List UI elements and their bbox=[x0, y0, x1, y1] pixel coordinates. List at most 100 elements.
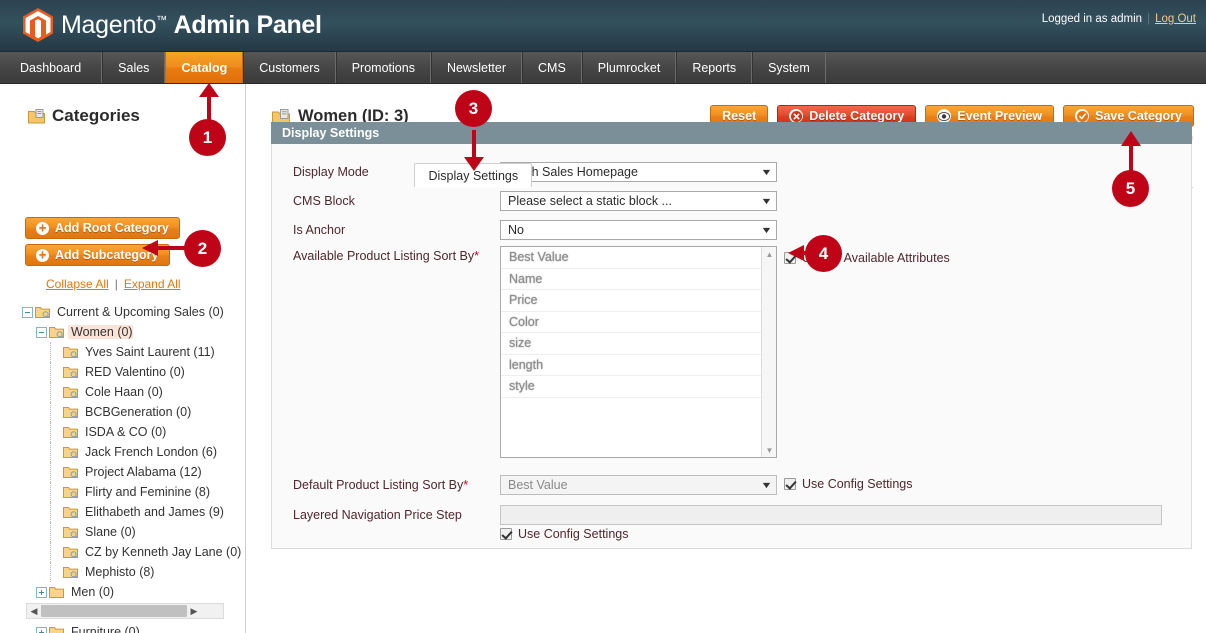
folder-icon bbox=[63, 566, 78, 578]
tree-collapse-toggle[interactable] bbox=[22, 306, 33, 318]
nav-item-system[interactable]: System bbox=[752, 52, 826, 83]
tree-node[interactable]: RED Valentino (0) bbox=[0, 362, 245, 382]
display-settings-panel-body: Display Mode Flash Sales Homepage ▼ CMS … bbox=[271, 144, 1192, 549]
tree-node[interactable]: Flirty and Feminine (8) bbox=[0, 482, 245, 502]
categories-folder-icon bbox=[28, 108, 45, 123]
multiselect-scrollbar[interactable]: ▲ ▼ bbox=[761, 247, 776, 457]
logged-in-label: Logged in as admin bbox=[1041, 13, 1143, 25]
chevron-down-icon: ▼ bbox=[760, 480, 773, 490]
nav-item-cms[interactable]: CMS bbox=[522, 52, 582, 83]
folder-icon bbox=[63, 346, 78, 358]
add-root-category-button[interactable]: + Add Root Category bbox=[25, 217, 180, 239]
logout-link[interactable]: Log Out bbox=[1155, 13, 1196, 25]
category-tree: Current & Upcoming Sales (0) Women (0) Yve… bbox=[0, 302, 245, 633]
nav-item-reports[interactable]: Reports bbox=[676, 52, 753, 83]
magento-logo[interactable]: Magento™ Admin Panel bbox=[22, 8, 322, 42]
check-circle-icon bbox=[1075, 109, 1090, 123]
eye-icon bbox=[937, 109, 952, 123]
tree-collapse-toggle[interactable] bbox=[36, 326, 47, 338]
multiselect-option[interactable]: style bbox=[501, 376, 761, 398]
tree-expand-toggle[interactable] bbox=[36, 626, 47, 633]
multiselect-option[interactable]: Best Value bbox=[501, 247, 761, 269]
default-sort-select[interactable]: Best Value ▼ bbox=[500, 475, 777, 495]
nav-item-dashboard[interactable]: Dashboard bbox=[0, 52, 103, 83]
add-root-category-label: Add Root Category bbox=[55, 221, 169, 235]
tree-node[interactable]: Jack French London (6) bbox=[0, 442, 245, 462]
display-mode-select[interactable]: Flash Sales Homepage ▼ bbox=[500, 162, 777, 182]
tree-node[interactable]: Cole Haan (0) bbox=[0, 382, 245, 402]
available-sort-label: Available Product Listing Sort By* bbox=[293, 249, 479, 263]
nav-item-newsletter[interactable]: Newsletter bbox=[430, 52, 522, 83]
scroll-down-arrow[interactable]: ▼ bbox=[762, 443, 776, 457]
folder-icon bbox=[63, 446, 78, 458]
magento-logo-text: Magento™ Admin Panel bbox=[61, 10, 322, 39]
price-step-use-config-checkbox[interactable] bbox=[500, 528, 512, 540]
required-marker: * bbox=[463, 478, 469, 492]
multiselect-option[interactable]: length bbox=[501, 355, 761, 376]
nav-item-sales[interactable]: Sales bbox=[102, 52, 166, 83]
is-anchor-select[interactable]: No ▼ bbox=[500, 220, 777, 240]
scrollbar-thumb[interactable] bbox=[41, 605, 187, 617]
tree-node[interactable]: ISDA & CO (0) bbox=[0, 422, 245, 442]
annotation-arrow-2 bbox=[142, 240, 186, 256]
nav-label: Plumrocket bbox=[597, 60, 661, 75]
folder-icon bbox=[63, 466, 78, 478]
nav-label: Customers bbox=[259, 60, 320, 75]
tree-node-label: Jack French London (6) bbox=[85, 445, 218, 459]
cms-block-select[interactable]: Please select a static block ... ▼ bbox=[500, 191, 777, 211]
tree-node[interactable]: Furniture (0) bbox=[0, 622, 245, 633]
sidebar-horizontal-scrollbar[interactable]: ◀ ▶ bbox=[26, 603, 224, 619]
required-marker: * bbox=[474, 249, 479, 263]
tree-node[interactable]: Elithabeth and James (9) bbox=[0, 502, 245, 522]
annotation-marker-4: 4 bbox=[805, 235, 842, 272]
tree-node-label: Project Alabama (12) bbox=[85, 465, 202, 479]
folder-icon bbox=[63, 506, 78, 518]
multiselect-option[interactable]: Price bbox=[501, 290, 761, 312]
tree-node-label: BCBGeneration (0) bbox=[85, 405, 192, 419]
tree-node-label: Women (0) bbox=[68, 325, 133, 339]
reset-label: Reset bbox=[722, 109, 757, 123]
nav-item-plumrocket[interactable]: Plumrocket bbox=[581, 52, 677, 83]
default-sort-use-config-checkbox[interactable] bbox=[784, 478, 796, 490]
nav-label: CMS bbox=[538, 60, 566, 75]
field-price-step: Layered Navigation Price Step bbox=[293, 505, 1162, 525]
tree-node-label: Elithabeth and James (9) bbox=[85, 505, 224, 519]
nav-item-customers[interactable]: Customers bbox=[243, 52, 336, 83]
marker-number: 2 bbox=[197, 238, 208, 258]
annotation-marker-3: 3 bbox=[455, 90, 492, 127]
tree-node[interactable]: Yves Saint Laurent (11) bbox=[0, 342, 245, 362]
scroll-left-arrow[interactable]: ◀ bbox=[27, 606, 41, 617]
price-step-use-config-row[interactable]: Use Config Settings bbox=[500, 527, 628, 541]
tree-node[interactable]: Current & Upcoming Sales (0) bbox=[0, 302, 245, 322]
nav-item-promotions[interactable]: Promotions bbox=[335, 52, 431, 83]
scroll-right-arrow[interactable]: ▶ bbox=[187, 606, 201, 617]
folder-icon bbox=[49, 626, 64, 633]
default-sort-use-config-row[interactable]: Use Config Settings bbox=[784, 477, 912, 491]
tree-node-label: ISDA & CO (0) bbox=[85, 425, 167, 439]
nav-item-catalog[interactable]: Catalog bbox=[165, 52, 244, 83]
multiselect-option[interactable]: Name bbox=[501, 269, 761, 290]
tree-node[interactable]: Slane (0) bbox=[0, 522, 245, 542]
tree-node-label: Yves Saint Laurent (11) bbox=[85, 345, 215, 359]
tree-node[interactable]: Women (0) bbox=[0, 322, 245, 342]
multiselect-option[interactable]: Color bbox=[501, 312, 761, 333]
tree-node[interactable]: CZ by Kenneth Jay Lane (0) bbox=[0, 542, 245, 562]
tree-node[interactable]: Men (0) bbox=[0, 582, 245, 602]
tree-node-label: Mephisto (8) bbox=[85, 565, 155, 579]
is-anchor-label: Is Anchor bbox=[293, 223, 346, 237]
tree-node[interactable]: Project Alabama (12) bbox=[0, 462, 245, 482]
scroll-up-arrow[interactable]: ▲ bbox=[762, 247, 776, 261]
price-step-input[interactable] bbox=[500, 505, 1162, 525]
main-navigation: Dashboard Sales Catalog Customers Promot… bbox=[0, 52, 1206, 84]
folder-icon bbox=[63, 526, 78, 538]
annotation-marker-2: 2 bbox=[184, 230, 221, 267]
tree-expand-toggle[interactable] bbox=[36, 586, 47, 598]
multiselect-option[interactable]: size bbox=[501, 333, 761, 355]
expand-all-link[interactable]: Expand All bbox=[124, 277, 181, 291]
collapse-all-link[interactable]: Collapse All bbox=[46, 277, 109, 291]
available-sort-multiselect[interactable]: Best Value Name Price Color size length style … bbox=[500, 246, 777, 458]
link-separator: | bbox=[114, 277, 118, 291]
tree-node[interactable]: Mephisto (8) bbox=[0, 562, 245, 582]
nav-label: Reports bbox=[692, 60, 737, 75]
tree-node[interactable]: BCBGeneration (0) bbox=[0, 402, 245, 422]
